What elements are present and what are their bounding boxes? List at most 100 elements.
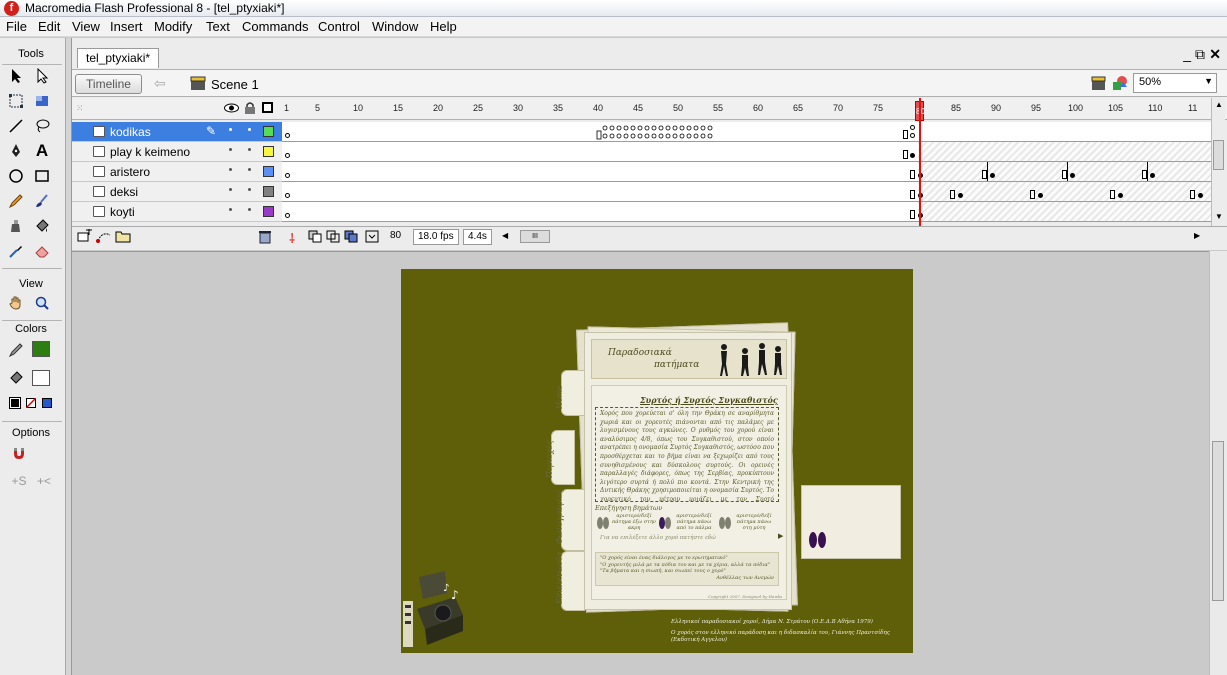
snap-to-objects-icon[interactable] bbox=[9, 443, 29, 463]
play-arrow-icon[interactable]: ▶ bbox=[778, 532, 783, 540]
lasso-tool-icon[interactable] bbox=[32, 116, 52, 136]
rectangle-tool-icon[interactable] bbox=[32, 166, 52, 186]
frames-row-koyti[interactable] bbox=[282, 202, 1212, 222]
free-transform-tool-icon[interactable] bbox=[6, 91, 26, 111]
scroll-up-arrow-icon[interactable]: ▲ bbox=[1215, 100, 1223, 109]
layer-row-koyti[interactable]: koyti bbox=[72, 202, 282, 222]
lock-toggle[interactable] bbox=[248, 148, 251, 151]
back-arrow-icon[interactable]: ⇦ bbox=[154, 75, 166, 92]
smooth-icon[interactable]: +S bbox=[9, 471, 29, 491]
keyframe[interactable] bbox=[910, 153, 915, 158]
add-motion-guide-icon[interactable] bbox=[96, 229, 112, 246]
outline-color-swatch[interactable] bbox=[263, 146, 274, 157]
visibility-toggle[interactable] bbox=[229, 128, 232, 131]
keyframe-sequence[interactable] bbox=[596, 125, 716, 140]
stroke-color-swatch[interactable] bbox=[32, 341, 50, 357]
visibility-toggle[interactable] bbox=[229, 188, 232, 191]
visibility-toggle[interactable] bbox=[229, 148, 232, 151]
stage-vertical-scrollbar[interactable] bbox=[1209, 251, 1227, 675]
no-color-icon[interactable] bbox=[26, 398, 36, 408]
stage-canvas[interactable]: Home Περιοχές Φωτογραφίες Επικοινωνία Πα… bbox=[401, 269, 913, 653]
scroll-left-arrow-icon[interactable]: ◀ bbox=[502, 231, 508, 240]
pencil-tool-icon[interactable] bbox=[6, 191, 26, 211]
minimize-icon[interactable]: _ bbox=[1183, 46, 1191, 62]
end-frame[interactable] bbox=[1110, 190, 1115, 199]
line-tool-icon[interactable] bbox=[6, 116, 26, 136]
nav-tab-photos[interactable]: Φωτογραφίες bbox=[555, 489, 585, 551]
layer-row-deksi[interactable]: deksi bbox=[72, 182, 282, 202]
timeline-vertical-scrollbar[interactable]: ▲ ▼ bbox=[1211, 98, 1225, 226]
lock-toggle[interactable] bbox=[248, 128, 251, 131]
select-dance-hint[interactable]: Για να επιλέξετε άλλο χορό πατήστε εδώ bbox=[600, 534, 716, 543]
keyframe[interactable] bbox=[285, 193, 290, 198]
layer-row-kodikas[interactable]: kodikas ✎ bbox=[72, 122, 282, 142]
insert-layer-icon[interactable] bbox=[77, 229, 93, 246]
lock-layers-icon[interactable] bbox=[244, 101, 256, 118]
gradient-transform-tool-icon[interactable] bbox=[32, 91, 52, 111]
frames-row-play-k-keimeno[interactable] bbox=[282, 142, 1212, 162]
end-frame[interactable] bbox=[1142, 170, 1147, 179]
scene-label[interactable]: Scene 1 bbox=[211, 77, 259, 92]
delete-layer-icon[interactable] bbox=[258, 229, 272, 247]
end-frame[interactable] bbox=[910, 190, 915, 199]
straighten-icon[interactable]: +< bbox=[34, 471, 54, 491]
outline-color-swatch[interactable] bbox=[263, 166, 274, 177]
layer-row-aristero[interactable]: aristero bbox=[72, 162, 282, 182]
scroll-right-arrow-icon[interactable]: ▶ bbox=[1194, 231, 1200, 240]
keyframe[interactable] bbox=[1150, 173, 1155, 178]
zoom-tool-icon[interactable] bbox=[32, 293, 52, 313]
text-tool-icon[interactable]: A bbox=[32, 141, 52, 161]
frames-row-deksi[interactable] bbox=[282, 182, 1212, 202]
end-frame[interactable] bbox=[1030, 190, 1035, 199]
keyframe[interactable] bbox=[990, 173, 995, 178]
insert-folder-icon[interactable] bbox=[115, 229, 131, 246]
layer-row-play-k-keimeno[interactable]: play k keimeno bbox=[72, 142, 282, 162]
menu-commands[interactable]: Commands bbox=[242, 19, 308, 34]
lock-toggle[interactable] bbox=[248, 208, 251, 211]
default-colors-icon[interactable] bbox=[9, 397, 21, 409]
timeline-toggle-button[interactable]: Timeline bbox=[75, 74, 142, 94]
end-frame[interactable] bbox=[950, 190, 955, 199]
selection-tool-icon[interactable] bbox=[6, 66, 26, 86]
outline-layers-icon[interactable] bbox=[262, 102, 273, 113]
current-frame-field[interactable]: 80 bbox=[386, 229, 405, 245]
modify-onion-markers-icon[interactable] bbox=[365, 230, 379, 246]
keyframe[interactable] bbox=[1070, 173, 1075, 178]
outline-color-swatch[interactable] bbox=[263, 186, 274, 197]
keyframe[interactable] bbox=[910, 133, 915, 138]
end-frame[interactable] bbox=[910, 170, 915, 179]
end-frame[interactable] bbox=[903, 130, 908, 139]
nav-tab-regions[interactable]: Περιοχές bbox=[545, 430, 575, 485]
eyedropper-tool-icon[interactable] bbox=[6, 241, 26, 261]
keyframe[interactable] bbox=[285, 133, 290, 138]
end-frame[interactable] bbox=[910, 210, 915, 219]
lock-toggle[interactable] bbox=[248, 188, 251, 191]
document-tab[interactable]: tel_ptyxiaki* bbox=[77, 48, 160, 68]
frames-row-aristero[interactable] bbox=[282, 162, 1212, 182]
restore-icon[interactable]: ⧉ bbox=[1195, 46, 1205, 63]
scroll-thumb[interactable] bbox=[1212, 441, 1224, 601]
nav-tab-home[interactable]: Home bbox=[555, 370, 585, 416]
end-frame[interactable] bbox=[1062, 170, 1067, 179]
nav-tab-contact[interactable]: Επικοινωνία bbox=[555, 551, 585, 611]
frame-rate-field[interactable]: 18.0 fps bbox=[413, 229, 459, 245]
menu-help[interactable]: Help bbox=[430, 19, 457, 34]
hand-tool-icon[interactable] bbox=[6, 293, 26, 313]
onion-skin-icon[interactable] bbox=[308, 230, 322, 246]
ink-bottle-tool-icon[interactable] bbox=[6, 216, 26, 236]
keyframe[interactable] bbox=[1198, 193, 1203, 198]
oval-tool-icon[interactable] bbox=[6, 166, 26, 186]
end-frame[interactable] bbox=[982, 170, 987, 179]
subselection-tool-icon[interactable] bbox=[32, 66, 52, 86]
edit-multiple-frames-icon[interactable] bbox=[344, 230, 358, 246]
swap-colors-icon[interactable] bbox=[42, 398, 52, 408]
menu-insert[interactable]: Insert bbox=[110, 19, 143, 34]
menu-edit[interactable]: Edit bbox=[38, 19, 60, 34]
end-frame[interactable] bbox=[903, 150, 908, 159]
fill-color-swatch[interactable] bbox=[32, 370, 50, 386]
keyframe[interactable] bbox=[910, 125, 915, 130]
menu-control[interactable]: Control bbox=[318, 19, 360, 34]
paint-bucket-tool-icon[interactable] bbox=[32, 216, 52, 236]
outline-color-swatch[interactable] bbox=[263, 126, 274, 137]
eraser-tool-icon[interactable] bbox=[32, 241, 52, 261]
